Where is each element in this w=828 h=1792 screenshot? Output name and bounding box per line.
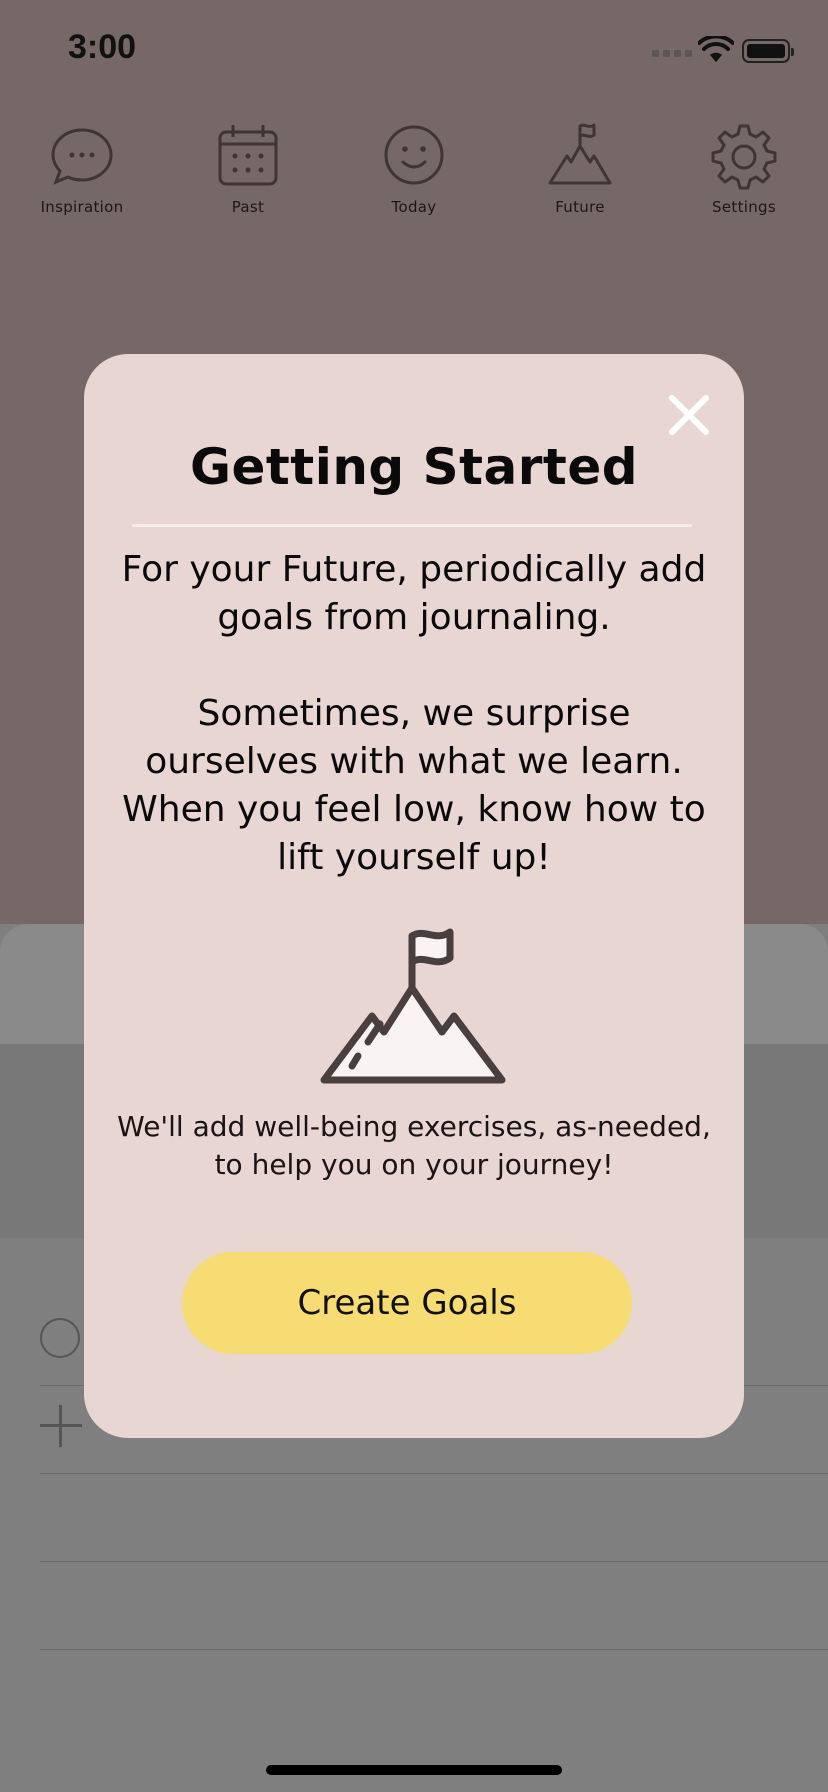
wifi-icon <box>698 36 734 62</box>
home-indicator[interactable] <box>266 1765 562 1775</box>
mountain-flag-icon <box>320 928 506 1084</box>
modal-title: Getting Started <box>189 438 639 496</box>
modal-body: For your Future, periodically add goals … <box>112 546 716 882</box>
nav-label: Future <box>555 198 605 216</box>
list-item-checkbox[interactable] <box>40 1318 80 1358</box>
title-divider <box>132 524 692 527</box>
status-time: 3:00 <box>68 28 137 66</box>
list-divider <box>40 1473 828 1474</box>
cellular-signal-icon <box>652 50 692 57</box>
mountain-flag-icon <box>548 123 612 185</box>
nav-label: Past <box>231 198 265 216</box>
create-goals-button[interactable]: Create Goals <box>182 1252 632 1354</box>
nav-item-inspiration[interactable]: Inspiration <box>12 120 152 230</box>
gear-icon <box>711 124 777 190</box>
list-divider <box>40 1649 828 1650</box>
nav-item-past[interactable]: Past <box>178 120 318 230</box>
top-nav: Inspiration Past Today Future Settings <box>0 120 828 230</box>
modal-note: We'll add well-being exercises, as-neede… <box>117 1110 711 1181</box>
getting-started-modal: Getting Started For your Future, periodi… <box>84 354 744 1438</box>
battery-icon <box>742 39 794 63</box>
modal-body-paragraph: For your Future, periodically add goals … <box>121 549 707 638</box>
modal-body-paragraph: Sometimes, we surprise ourselves with wh… <box>122 693 706 878</box>
nav-item-future[interactable]: Future <box>510 120 650 230</box>
nav-label: Settings <box>712 198 776 216</box>
close-icon[interactable] <box>664 390 714 440</box>
smiley-icon <box>384 125 444 185</box>
add-item-icon[interactable] <box>38 1403 84 1449</box>
nav-item-today[interactable]: Today <box>344 120 484 230</box>
speech-bubble-icon <box>51 128 113 185</box>
status-icons <box>652 36 794 66</box>
nav-label: Today <box>391 198 437 216</box>
nav-label: Inspiration <box>40 198 124 216</box>
list-divider <box>40 1561 828 1562</box>
calendar-icon <box>218 125 278 186</box>
nav-item-settings[interactable]: Settings <box>674 120 814 230</box>
